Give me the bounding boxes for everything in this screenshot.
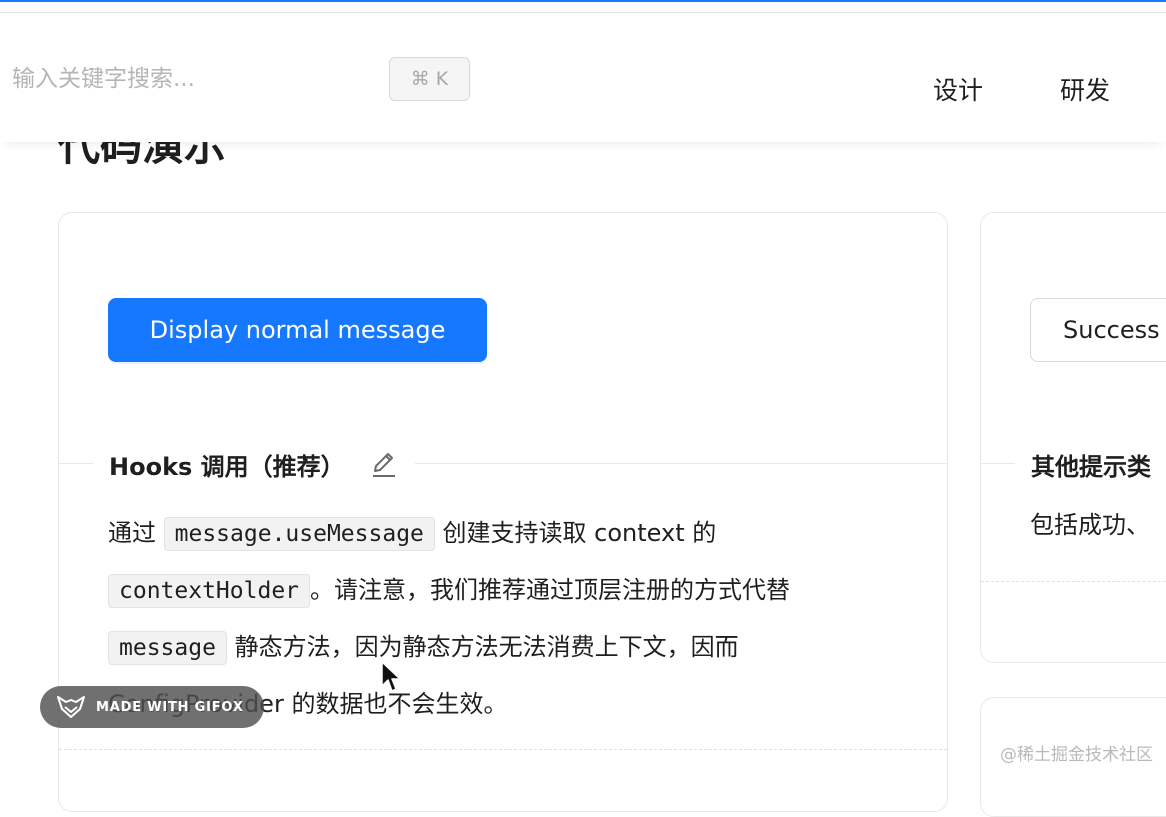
code-context-holder: contextHolder: [108, 574, 311, 608]
desc-text-2: 创建支持读取 context 的: [434, 519, 717, 547]
demo-description: 包括成功、: [1030, 511, 1150, 539]
search-area: [12, 57, 372, 101]
gifox-label: MADE WITH GIFOX: [96, 699, 244, 715]
demo-title: 其他提示类: [1015, 446, 1166, 482]
nav-dev-link[interactable]: 研发: [1060, 71, 1110, 107]
edit-icon[interactable]: [367, 448, 399, 480]
success-button[interactable]: Success: [1030, 298, 1166, 362]
nav-design-link[interactable]: 设计: [933, 71, 983, 107]
desc-text-3: 。请注意，我们推荐通过顶层注册的方式代替: [310, 576, 791, 604]
demo-title-text: 其他提示类: [1031, 452, 1151, 481]
watermark: @稀土掘金技术社区: [1000, 745, 1153, 765]
gifox-badge: MADE WITH GIFOX: [40, 686, 264, 728]
site-header: ⌘ K 设计 研发: [0, 12, 1166, 142]
search-shortcut-hint: ⌘ K: [389, 57, 470, 101]
display-normal-message-button[interactable]: Display normal message: [108, 298, 487, 362]
top-accent-bar: [0, 0, 1166, 2]
search-input[interactable]: [12, 66, 372, 92]
demo-title: Hooks 调用（推荐）: [93, 446, 415, 482]
desc-text-1: 通过: [108, 519, 164, 547]
demo-title-text: Hooks 调用（推荐）: [109, 452, 345, 481]
code-message: message: [108, 631, 227, 665]
code-divider: [59, 749, 947, 750]
code-divider: [981, 581, 1166, 582]
code-use-message: message.useMessage: [163, 517, 435, 551]
demo-card-types: Success 其他提示类 包括成功、: [980, 212, 1166, 663]
mouse-cursor-icon: [381, 661, 401, 692]
fox-icon: [57, 696, 85, 718]
